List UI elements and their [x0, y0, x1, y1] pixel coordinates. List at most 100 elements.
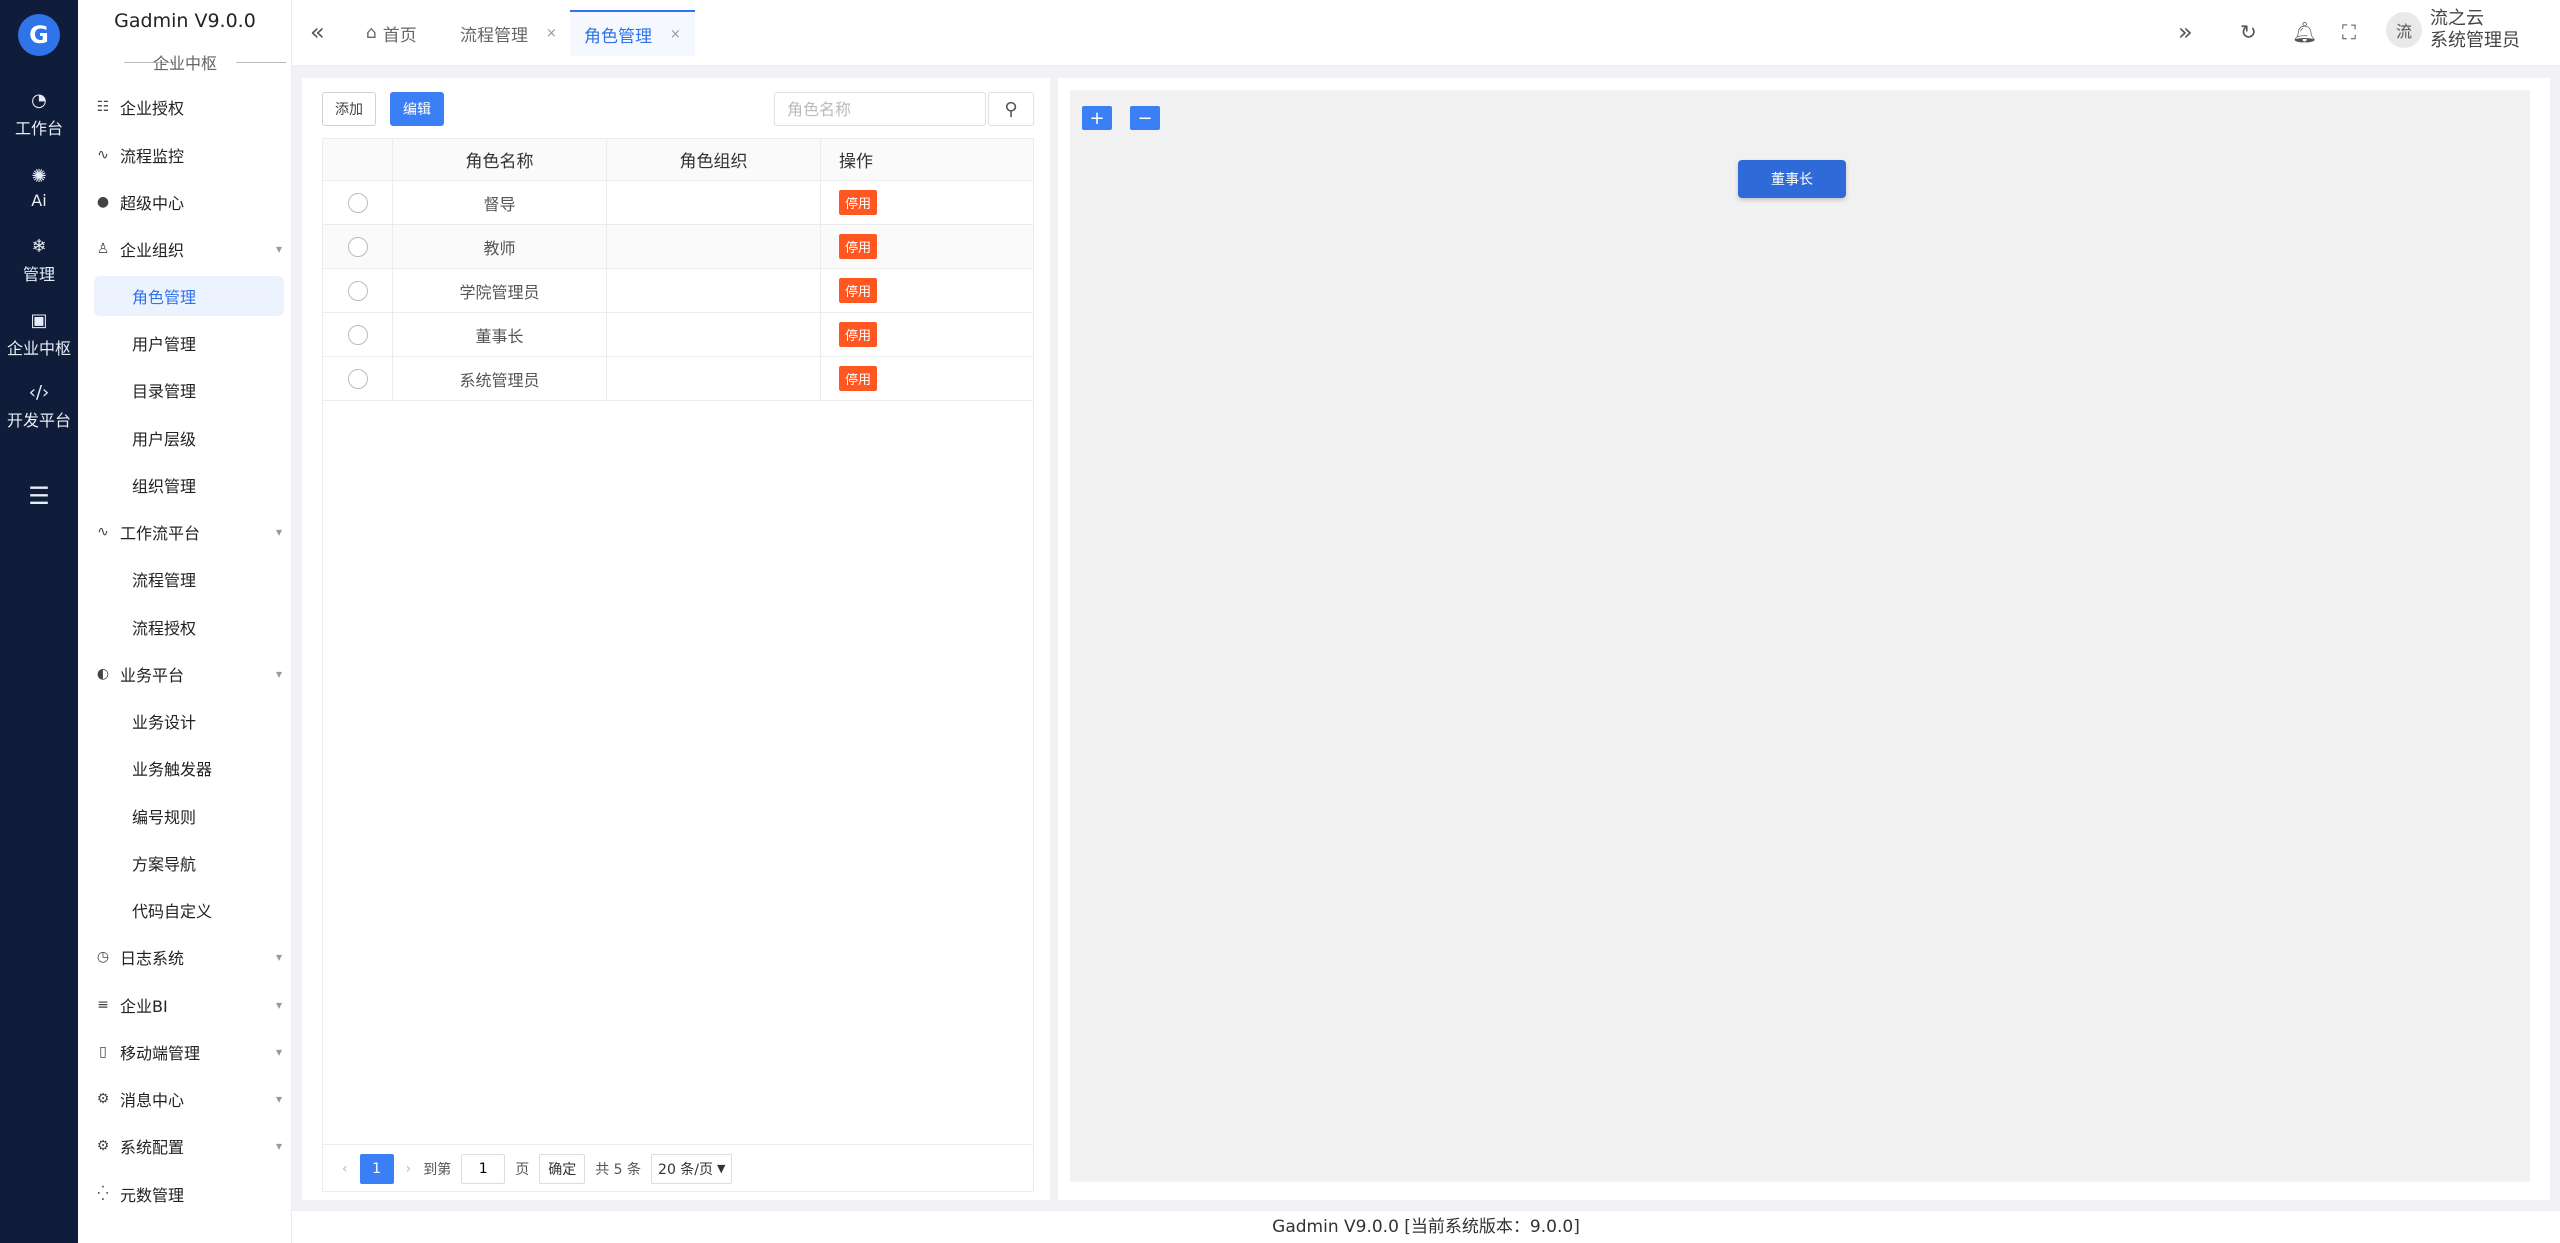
avatar[interactable]: 流	[2386, 12, 2422, 48]
menu-sidebar: Gadmin V9.0.0 企业中枢 ☷ 企业授权 ∿ 流程监控 ● 超级中心 ♙ 企业…	[78, 0, 292, 1243]
close-icon[interactable]: ×	[546, 26, 557, 41]
menu-item-log-system[interactable]: ◷ 日志系统 ▾	[94, 937, 288, 977]
row-radio[interactable]	[347, 192, 368, 213]
prev-page-icon[interactable]: ‹	[342, 1161, 348, 1177]
menu-item-numbering-rules[interactable]: 编号规则	[94, 796, 288, 836]
menu-item-custom-code[interactable]: 代码自定义	[94, 890, 288, 930]
add-button[interactable]: 添加	[322, 92, 376, 126]
gear-icon: ⚙	[96, 1091, 110, 1107]
menu-item-process-management[interactable]: 流程管理	[94, 559, 288, 599]
tab-role-management[interactable]: 角色管理 ×	[570, 10, 695, 56]
disable-button[interactable]: 停用	[839, 278, 878, 303]
zoom-out-button[interactable]: −	[1130, 106, 1160, 130]
circle-dot-icon: ◐	[96, 666, 110, 682]
menu-item-mobile-management[interactable]: ▯ 移动端管理 ▾	[94, 1032, 288, 1072]
table-row[interactable]: 教师 停用	[322, 224, 1034, 269]
role-org-cell	[606, 180, 821, 225]
top-bar: « ⌂ 首页 流程管理 × 角色管理 × » ↻ 🔔︎ ⛶ 流 流之云 系统管理…	[292, 0, 2560, 66]
current-page[interactable]: 1	[359, 1153, 394, 1184]
home-icon: ⌂	[366, 23, 377, 43]
chevron-down-icon: ▾	[275, 998, 282, 1012]
menu-item-user-levels[interactable]: 用户层级	[94, 418, 288, 458]
menu-item-directory-management[interactable]: 目录管理	[94, 370, 288, 410]
page-size-select[interactable]: 20 条/页 ▼	[651, 1153, 733, 1184]
rail-item-manage[interactable]: ❄ 管理	[0, 228, 78, 292]
role-name-cell: 督导	[392, 180, 607, 225]
column-header-action: 操作	[820, 138, 1034, 181]
bell-icon[interactable]: 🔔︎	[2292, 20, 2317, 44]
page-unit-label: 页	[515, 1161, 530, 1178]
role-org-cell	[606, 268, 821, 313]
chevron-down-icon: ▾	[275, 1045, 282, 1059]
menu-item-message-center[interactable]: ⚙ 消息中心 ▾	[94, 1079, 288, 1119]
menu-item-process-monitor[interactable]: ∿ 流程监控	[94, 135, 288, 175]
org-chart-canvas[interactable]: + − 董事长	[1070, 90, 2530, 1182]
fullscreen-icon[interactable]: ⛶	[2342, 20, 2356, 44]
menu-item-super-center[interactable]: ● 超级中心	[94, 182, 288, 222]
menu-item-workflow-platform[interactable]: ∿ 工作流平台 ▾	[94, 512, 288, 552]
menu-item-user-management[interactable]: 用户管理	[94, 323, 288, 363]
menu-item-enterprise-bi[interactable]: ≡ 企业BI ▾	[94, 985, 288, 1025]
row-radio[interactable]	[347, 368, 368, 389]
menu-item-enterprise-org[interactable]: ♙ 企业组织 ▾	[94, 229, 288, 269]
menu-item-business-design[interactable]: 业务设计	[94, 701, 288, 741]
row-radio[interactable]	[347, 324, 368, 345]
menu-section-header: 企业中枢	[78, 50, 292, 74]
table-row[interactable]: 系统管理员 停用	[322, 356, 1034, 401]
role-name-cell: 系统管理员	[392, 356, 607, 401]
next-page-icon[interactable]: ›	[406, 1161, 412, 1177]
select-column-header	[322, 138, 393, 181]
rail-item-dev-platform[interactable]: ‹/› 开发平台	[0, 374, 78, 438]
menu-collapse-icon[interactable]: ☰	[0, 482, 78, 510]
menu-item-system-config[interactable]: ⚙ 系统配置 ▾	[94, 1126, 288, 1166]
table-row[interactable]: 董事长 停用	[322, 312, 1034, 357]
menu-item-scheme-nav[interactable]: 方案导航	[94, 843, 288, 883]
row-radio[interactable]	[347, 280, 368, 301]
user-icon: ♙	[96, 241, 110, 257]
role-list-panel: 添加 编辑 ⚲ 角色名称 角色组织 操作 督导 停用	[302, 78, 1050, 1200]
refresh-icon[interactable]: ↻	[2240, 20, 2257, 44]
role-org-cell	[606, 312, 821, 357]
role-name-search-input[interactable]	[774, 92, 986, 126]
chevron-down-icon: ▾	[275, 1092, 282, 1106]
disable-button[interactable]: 停用	[839, 190, 878, 215]
menu-item-business-platform[interactable]: ◐ 业务平台 ▾	[94, 654, 288, 694]
rail-item-ai[interactable]: ✺ Ai	[0, 156, 78, 220]
apps-icon: ▣	[30, 309, 48, 331]
menu-item-role-management[interactable]: 角色管理	[94, 276, 284, 316]
org-chart-node[interactable]: 董事长	[1738, 160, 1846, 198]
search-button[interactable]: ⚲	[988, 92, 1034, 126]
role-name-cell: 学院管理员	[392, 268, 607, 313]
zoom-in-button[interactable]: +	[1082, 106, 1112, 130]
disable-button[interactable]: 停用	[839, 234, 878, 259]
disable-button[interactable]: 停用	[839, 322, 878, 347]
rail-item-label: 开发平台	[6, 410, 71, 430]
rail-item-workbench[interactable]: ◔ 工作台	[0, 82, 78, 146]
chevron-down-icon: ▾	[275, 525, 282, 539]
menu-item-business-trigger[interactable]: 业务触发器	[94, 748, 288, 788]
disable-button[interactable]: 停用	[839, 366, 878, 391]
total-count: 共 5 条	[595, 1161, 642, 1178]
role-name-cell: 教师	[392, 224, 607, 269]
menu-item-process-auth[interactable]: 流程授权	[94, 607, 288, 647]
edit-button[interactable]: 编辑	[390, 92, 444, 126]
user-info[interactable]: 流之云 系统管理员	[2430, 8, 2520, 52]
confirm-button[interactable]: 确定	[539, 1153, 586, 1184]
double-chevron-left-icon[interactable]: «	[310, 18, 325, 46]
double-chevron-right-icon[interactable]: »	[2178, 18, 2193, 46]
goto-page-input[interactable]	[461, 1153, 506, 1184]
rail-item-enterprise-hub[interactable]: ▣ 企业中枢	[0, 302, 78, 366]
tab-process-management[interactable]: 流程管理 ×	[460, 10, 557, 56]
tab-home[interactable]: ⌂ 首页	[366, 10, 417, 56]
menu-item-metadata-management[interactable]: ⁛ 元数管理	[94, 1174, 288, 1214]
menu-item-org-management[interactable]: 组织管理	[94, 465, 288, 505]
table-row[interactable]: 学院管理员 停用	[322, 268, 1034, 313]
close-icon[interactable]: ×	[670, 27, 681, 42]
content-area: 添加 编辑 ⚲ 角色名称 角色组织 操作 督导 停用	[302, 78, 2550, 1202]
table-row[interactable]: 督导 停用	[322, 180, 1034, 225]
table-header-row: 角色名称 角色组织 操作	[322, 138, 1034, 181]
row-radio[interactable]	[347, 236, 368, 257]
clock-icon: ◷	[96, 949, 110, 965]
column-header-role-name: 角色名称	[392, 138, 607, 181]
menu-item-enterprise-auth[interactable]: ☷ 企业授权	[94, 87, 288, 127]
